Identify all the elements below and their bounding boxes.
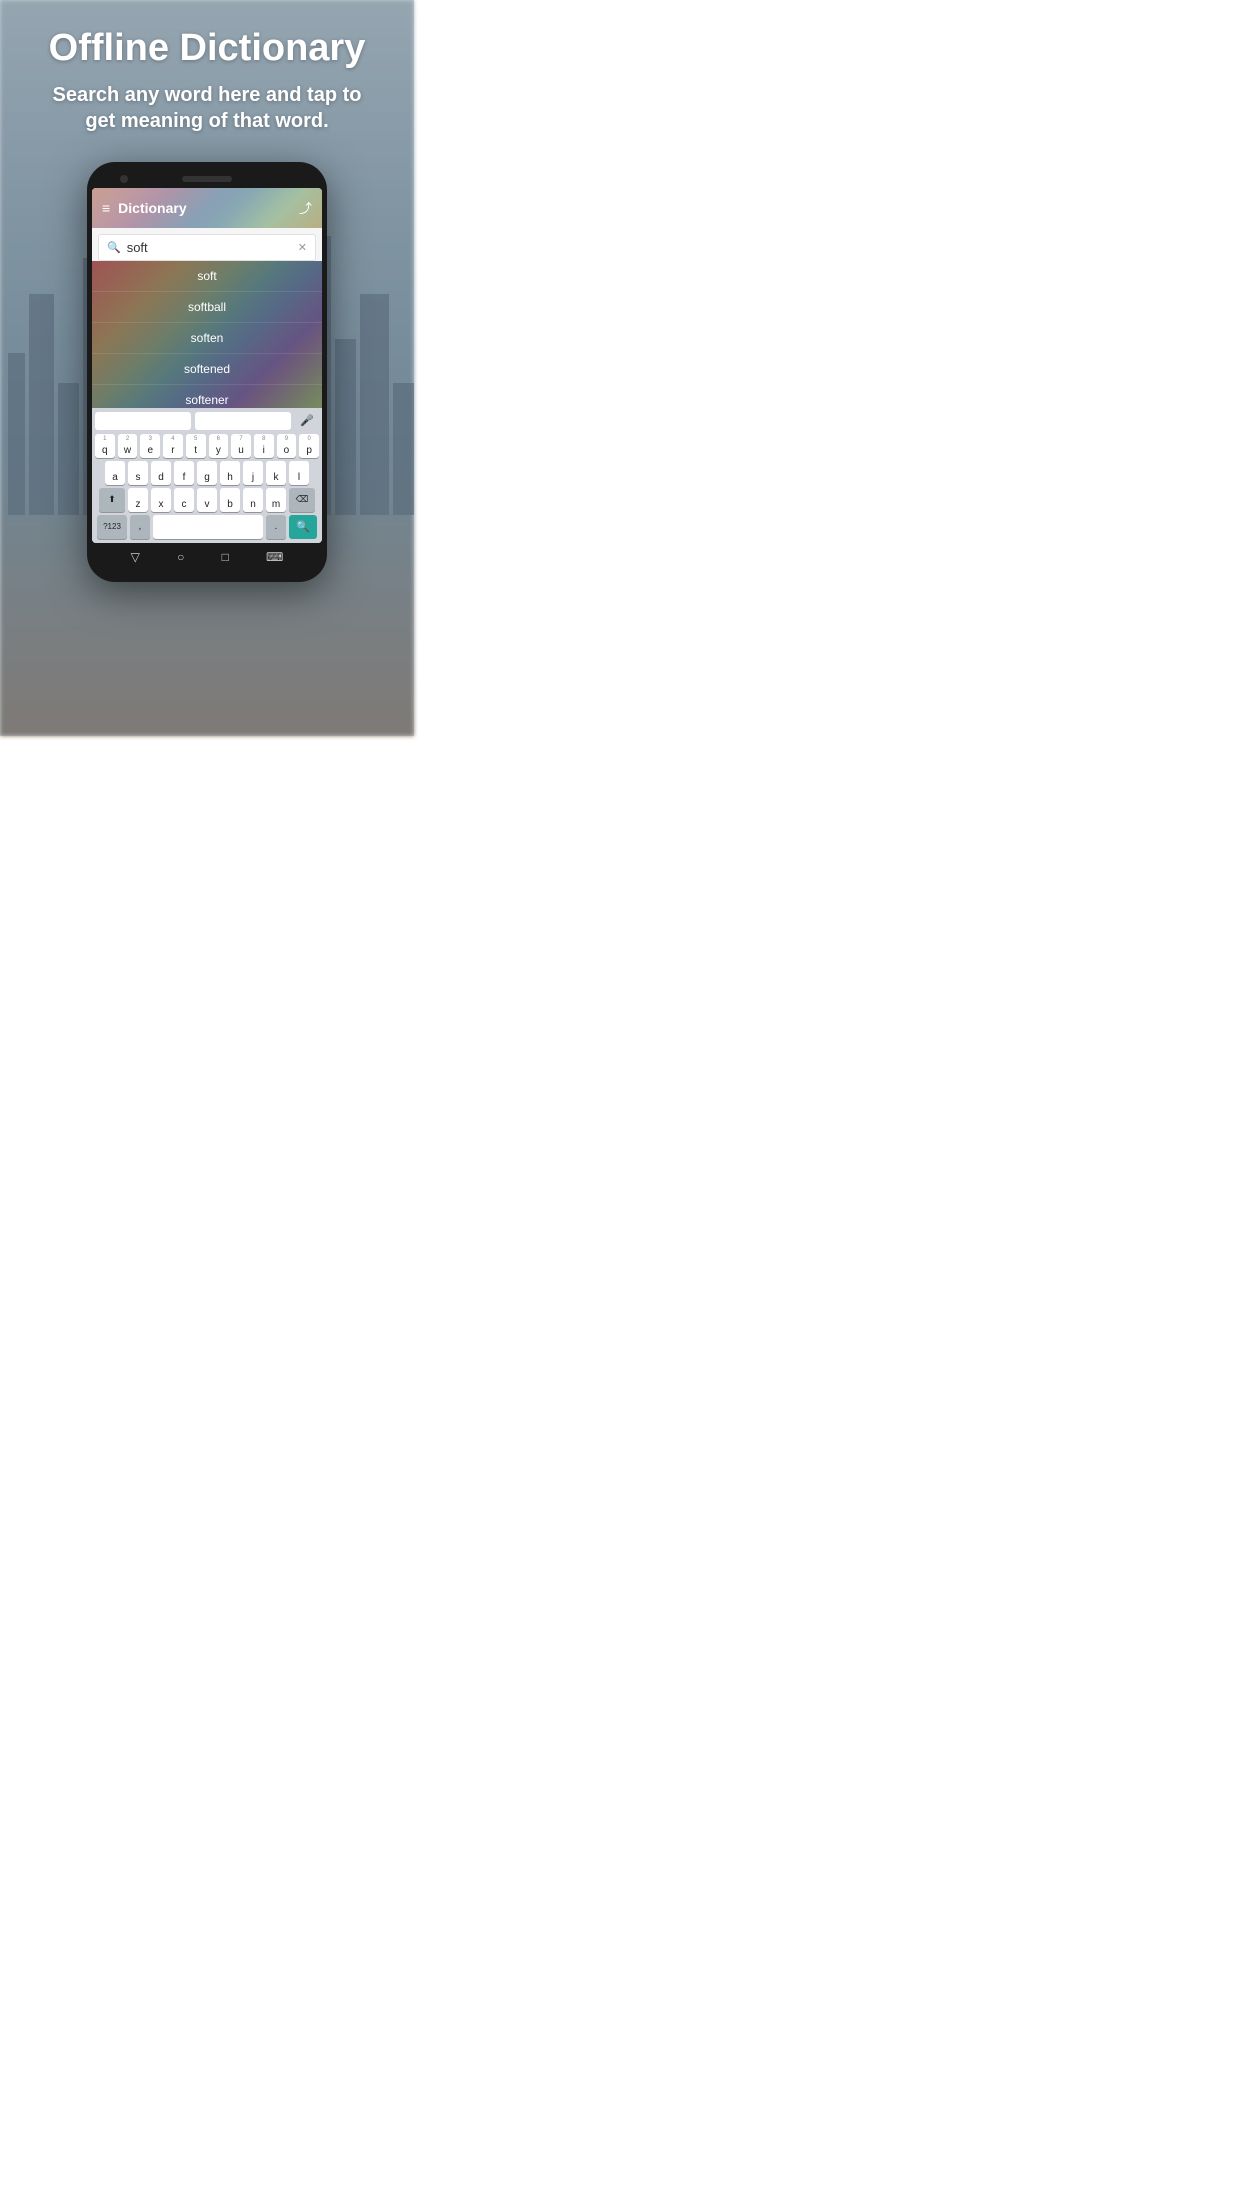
phone-frame: ≡ Dictionary ⤴ 🔍 soft ✕ soft softball s <box>87 162 327 582</box>
share-icon[interactable]: ⤴ <box>299 198 312 217</box>
backspace-key[interactable]: ⌫ <box>289 488 315 512</box>
key-q[interactable]: 1q <box>95 434 115 458</box>
search-input[interactable]: soft <box>127 240 292 255</box>
key-z[interactable]: z <box>128 488 148 512</box>
space-key[interactable] <box>153 515 263 539</box>
key-a[interactable]: a <box>105 461 125 485</box>
key-x[interactable]: x <box>151 488 171 512</box>
app-toolbar: ≡ Dictionary ⤴ <box>92 188 322 228</box>
key-n[interactable]: n <box>243 488 263 512</box>
key-w[interactable]: 2w <box>118 434 138 458</box>
phone-top <box>92 172 322 188</box>
keyboard-row-2: a s d f g h j k l <box>95 461 319 485</box>
keyboard-area: 🎤 1q 2w 3e 4r 5t 6y 7u 8i 9o 0p <box>92 408 322 543</box>
key-i[interactable]: 8i <box>254 434 274 458</box>
nav-home-button[interactable]: ○ <box>177 550 184 564</box>
main-title: Offline Dictionary <box>47 28 367 70</box>
search-bar[interactable]: 🔍 soft ✕ <box>98 234 316 261</box>
nav-keyboard-button[interactable]: ⌨ <box>266 550 283 564</box>
search-icon: 🔍 <box>107 241 121 254</box>
shift-key[interactable]: ⬆ <box>99 488 125 512</box>
keyboard-row-3: ⬆ z x c v b n m ⌫ <box>95 488 319 512</box>
key-y[interactable]: 6y <box>209 434 229 458</box>
key-t[interactable]: 5t <box>186 434 206 458</box>
key-k[interactable]: k <box>266 461 286 485</box>
numbers-key[interactable]: ?123 <box>97 515 127 539</box>
key-c[interactable]: c <box>174 488 194 512</box>
key-b[interactable]: b <box>220 488 240 512</box>
key-p[interactable]: 0p <box>299 434 319 458</box>
keyboard-row-1: 1q 2w 3e 4r 5t 6y 7u 8i 9o 0p <box>95 434 319 458</box>
word-item-soften[interactable]: soften <box>92 323 322 354</box>
word-item-softened[interactable]: softened <box>92 354 322 385</box>
nav-back-button[interactable]: ▽ <box>131 550 140 564</box>
camera-dot <box>120 175 128 183</box>
clear-icon[interactable]: ✕ <box>298 241 307 254</box>
sub-title: Search any word here and tap to get mean… <box>47 82 367 134</box>
keyboard-bottom-row: ?123 , . 🔍 <box>95 515 319 539</box>
key-r[interactable]: 4r <box>163 434 183 458</box>
key-e[interactable]: 3e <box>140 434 160 458</box>
key-s[interactable]: s <box>128 461 148 485</box>
phone-nav: ▽ ○ □ ⌨ <box>92 543 322 571</box>
word-item-soft[interactable]: soft <box>92 261 322 292</box>
word-list: soft softball soften softened softener s… <box>92 261 322 408</box>
word-item-softener[interactable]: softener <box>92 385 322 408</box>
phone-screen: ≡ Dictionary ⤴ 🔍 soft ✕ soft softball s <box>92 188 322 543</box>
key-v[interactable]: v <box>197 488 217 512</box>
keyboard-spacer-left <box>95 412 191 430</box>
key-d[interactable]: d <box>151 461 171 485</box>
key-j[interactable]: j <box>243 461 263 485</box>
nav-recent-button[interactable]: □ <box>222 550 229 564</box>
toolbar-title: Dictionary <box>118 200 186 216</box>
key-h[interactable]: h <box>220 461 240 485</box>
key-l[interactable]: l <box>289 461 309 485</box>
word-item-softball[interactable]: softball <box>92 292 322 323</box>
menu-icon[interactable]: ≡ <box>102 200 110 216</box>
mic-button[interactable]: 🎤 <box>295 412 319 430</box>
keyboard-top-row: 🎤 <box>95 412 319 430</box>
key-m[interactable]: m <box>266 488 286 512</box>
phone-wrapper: ≡ Dictionary ⤴ 🔍 soft ✕ soft softball s <box>87 152 327 736</box>
search-submit-key[interactable]: 🔍 <box>289 515 317 539</box>
period-key[interactable]: . <box>266 515 286 539</box>
header-section: Offline Dictionary Search any word here … <box>27 0 387 152</box>
speaker <box>182 176 232 182</box>
key-u[interactable]: 7u <box>231 434 251 458</box>
comma-key[interactable]: , <box>130 515 150 539</box>
key-g[interactable]: g <box>197 461 217 485</box>
key-o[interactable]: 9o <box>277 434 297 458</box>
keyboard-spacer-right <box>195 412 291 430</box>
key-f[interactable]: f <box>174 461 194 485</box>
toolbar-left: ≡ Dictionary <box>102 200 187 216</box>
